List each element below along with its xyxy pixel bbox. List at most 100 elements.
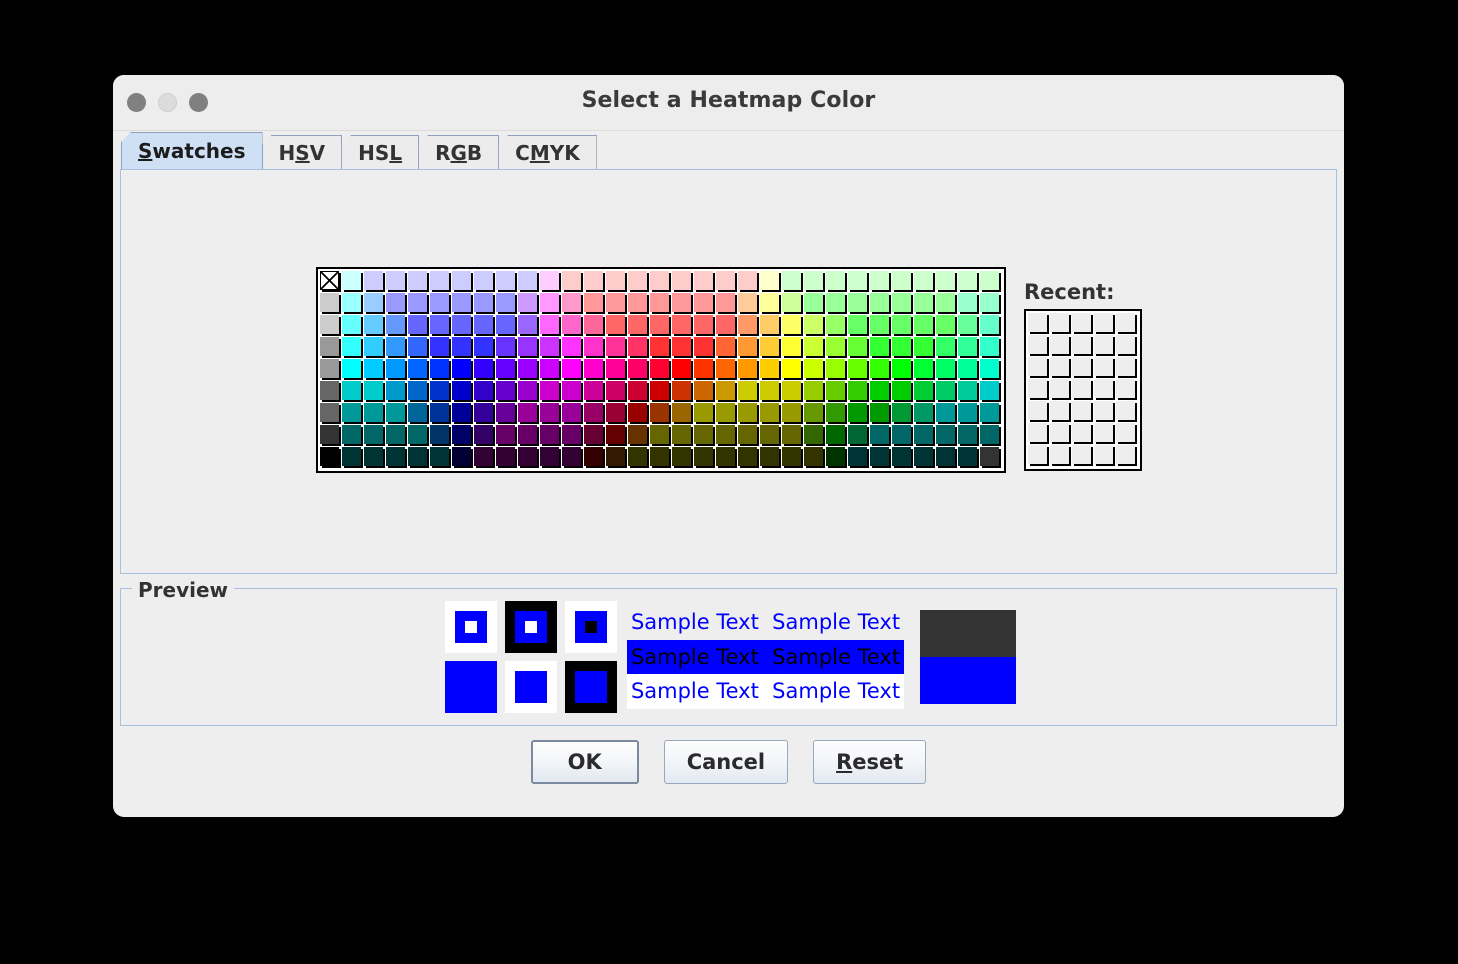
reset-button[interactable]: Reset bbox=[813, 740, 927, 784]
recent-swatch-cell[interactable] bbox=[1072, 423, 1094, 445]
swatch-cell[interactable] bbox=[782, 293, 804, 315]
swatch-cell[interactable] bbox=[738, 359, 760, 381]
swatch-cell[interactable] bbox=[474, 337, 496, 359]
swatch-cell[interactable] bbox=[980, 315, 1002, 337]
swatch-cell[interactable] bbox=[518, 381, 540, 403]
swatch-cell[interactable] bbox=[760, 381, 782, 403]
swatch-cell[interactable] bbox=[540, 315, 562, 337]
swatch-cell[interactable] bbox=[980, 381, 1002, 403]
swatch-cell[interactable] bbox=[540, 337, 562, 359]
swatch-cell[interactable] bbox=[760, 359, 782, 381]
swatch-cell[interactable] bbox=[320, 381, 342, 403]
swatch-cell[interactable] bbox=[650, 381, 672, 403]
swatch-cell[interactable] bbox=[870, 447, 892, 469]
swatch-cell[interactable] bbox=[628, 293, 650, 315]
swatch-cell[interactable] bbox=[430, 447, 452, 469]
recent-swatch-cell[interactable] bbox=[1050, 357, 1072, 379]
swatch-cell[interactable] bbox=[364, 425, 386, 447]
swatch-cell[interactable] bbox=[738, 271, 760, 293]
swatch-cell[interactable] bbox=[386, 403, 408, 425]
swatch-cell[interactable] bbox=[892, 425, 914, 447]
swatch-cell[interactable] bbox=[804, 293, 826, 315]
swatch-cell[interactable] bbox=[430, 271, 452, 293]
swatch-cell[interactable] bbox=[694, 447, 716, 469]
swatch-cell[interactable] bbox=[386, 381, 408, 403]
swatch-cell[interactable] bbox=[804, 359, 826, 381]
swatch-cell[interactable] bbox=[518, 337, 540, 359]
swatch-cell[interactable] bbox=[936, 403, 958, 425]
swatch-cell[interactable] bbox=[628, 315, 650, 337]
swatch-cell[interactable] bbox=[782, 403, 804, 425]
swatch-cell[interactable] bbox=[386, 337, 408, 359]
swatch-cell[interactable] bbox=[342, 403, 364, 425]
swatch-cell[interactable] bbox=[474, 359, 496, 381]
swatch-cell[interactable] bbox=[848, 403, 870, 425]
recent-swatch-cell[interactable] bbox=[1028, 423, 1050, 445]
swatch-cell[interactable] bbox=[496, 271, 518, 293]
swatch-cell[interactable] bbox=[980, 359, 1002, 381]
swatch-cell[interactable] bbox=[320, 315, 342, 337]
swatch-cell[interactable] bbox=[562, 315, 584, 337]
swatch-cell[interactable] bbox=[562, 337, 584, 359]
swatch-cell[interactable] bbox=[694, 337, 716, 359]
swatch-cell[interactable] bbox=[452, 425, 474, 447]
recent-swatch-cell[interactable] bbox=[1028, 313, 1050, 335]
swatch-cell[interactable] bbox=[804, 337, 826, 359]
swatch-cell[interactable] bbox=[628, 271, 650, 293]
swatch-cell[interactable] bbox=[870, 359, 892, 381]
swatch-cell[interactable] bbox=[496, 425, 518, 447]
swatch-cell[interactable] bbox=[892, 381, 914, 403]
swatch-cell[interactable] bbox=[738, 381, 760, 403]
swatch-cell[interactable] bbox=[320, 425, 342, 447]
recent-swatch-cell[interactable] bbox=[1116, 335, 1138, 357]
swatch-cell[interactable] bbox=[430, 403, 452, 425]
swatch-cell[interactable] bbox=[562, 403, 584, 425]
swatch-cell[interactable] bbox=[650, 403, 672, 425]
tab-hsv[interactable]: HSV bbox=[261, 135, 343, 169]
recent-grid[interactable] bbox=[1024, 309, 1142, 471]
swatch-cell[interactable] bbox=[408, 315, 430, 337]
swatch-cell[interactable] bbox=[342, 271, 364, 293]
swatch-cell[interactable] bbox=[716, 359, 738, 381]
swatch-cell[interactable] bbox=[364, 447, 386, 469]
swatch-cell[interactable] bbox=[826, 425, 848, 447]
tab-swatches[interactable]: Swatches bbox=[121, 132, 263, 169]
recent-swatch-cell[interactable] bbox=[1072, 335, 1094, 357]
swatch-cell[interactable] bbox=[672, 359, 694, 381]
swatch-cell[interactable] bbox=[650, 447, 672, 469]
swatch-cell[interactable] bbox=[606, 381, 628, 403]
swatch-cell[interactable] bbox=[716, 403, 738, 425]
swatch-cell[interactable] bbox=[914, 425, 936, 447]
swatch-cell[interactable] bbox=[342, 315, 364, 337]
swatch-cell[interactable] bbox=[804, 447, 826, 469]
swatch-cell[interactable] bbox=[782, 337, 804, 359]
swatch-cell[interactable] bbox=[980, 403, 1002, 425]
recent-swatch-cell[interactable] bbox=[1050, 423, 1072, 445]
recent-swatch-cell[interactable] bbox=[1094, 423, 1116, 445]
swatch-cell[interactable] bbox=[826, 315, 848, 337]
swatch-cell[interactable] bbox=[782, 315, 804, 337]
swatch-cell[interactable] bbox=[496, 381, 518, 403]
recent-swatch-cell[interactable] bbox=[1028, 379, 1050, 401]
swatch-cell[interactable] bbox=[980, 271, 1002, 293]
swatch-cell[interactable] bbox=[848, 315, 870, 337]
swatch-cell[interactable] bbox=[518, 359, 540, 381]
swatch-cell[interactable] bbox=[342, 447, 364, 469]
swatch-cell[interactable] bbox=[364, 381, 386, 403]
swatch-cell[interactable] bbox=[760, 447, 782, 469]
swatch-cell[interactable] bbox=[716, 315, 738, 337]
swatch-cell[interactable] bbox=[826, 381, 848, 403]
swatch-cell[interactable] bbox=[452, 293, 474, 315]
swatch-cell[interactable] bbox=[342, 425, 364, 447]
swatch-cell[interactable] bbox=[606, 337, 628, 359]
swatch-cell[interactable] bbox=[562, 271, 584, 293]
swatch-cell[interactable] bbox=[716, 447, 738, 469]
swatch-cell[interactable] bbox=[760, 403, 782, 425]
swatch-cell[interactable] bbox=[870, 381, 892, 403]
swatch-cell[interactable] bbox=[760, 425, 782, 447]
recent-swatch-cell[interactable] bbox=[1072, 379, 1094, 401]
swatch-cell[interactable] bbox=[386, 447, 408, 469]
swatch-cell[interactable] bbox=[562, 447, 584, 469]
recent-swatch-cell[interactable] bbox=[1072, 401, 1094, 423]
swatch-cell[interactable] bbox=[408, 447, 430, 469]
